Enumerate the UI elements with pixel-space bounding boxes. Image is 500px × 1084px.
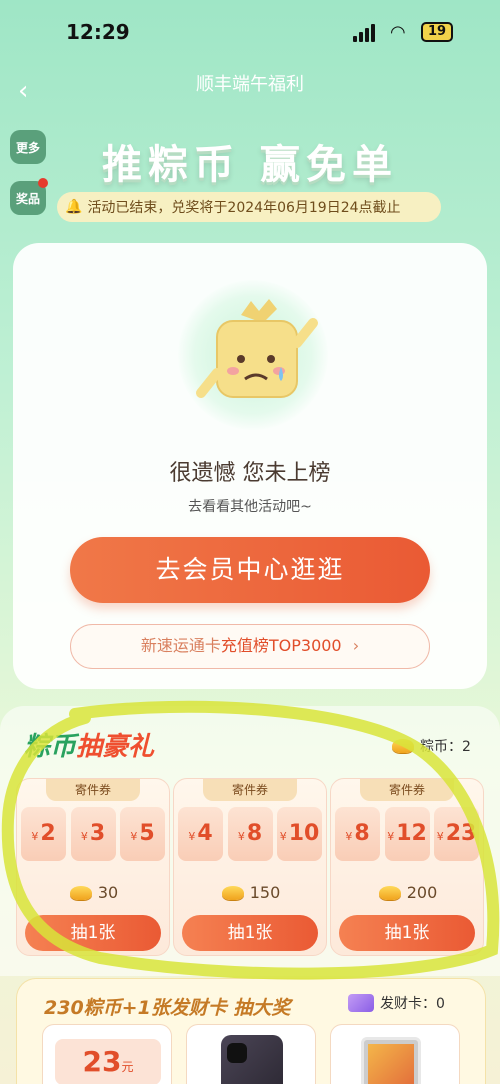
prizes-button-label: 奖品	[15, 191, 40, 206]
activity-notice-text: 活动已结束，兑奖将于2024年06月19日24点截止	[87, 200, 401, 216]
coupon-value: ¥4	[178, 807, 223, 861]
coupon-value: ¥23	[434, 807, 479, 861]
draw-button[interactable]: 抽1张	[25, 915, 161, 951]
fortune-card-count: 发财卡：0	[348, 993, 445, 1013]
coupon-value: ¥2	[21, 807, 66, 861]
gold-ingot-icon	[69, 885, 92, 900]
hero-title: 推粽币 赢免单	[102, 142, 398, 188]
chevron-right-icon: ›	[352, 636, 360, 655]
package-card-2[interactable]: 寄件券 ¥4 ¥8 ¥10 150 抽1张	[173, 778, 327, 956]
lottery-title: 粽币抽豪礼	[24, 726, 154, 763]
coin-balance-text: 粽币：2	[420, 739, 471, 755]
status-bar: 12:29 ◠ 19	[0, 0, 500, 64]
sad-zongzi-mascot-icon	[196, 299, 318, 398]
coupon-prize: 23元	[55, 1039, 161, 1084]
fortune-card-text: 发财卡：0	[380, 996, 445, 1012]
result-card: 很遗憾 您未上榜 去看看其他活动吧~ 去会员中心逛逛 新速运通卡充值榜TOP30…	[13, 243, 487, 689]
fortune-card-icon	[348, 994, 374, 1012]
cellular-signal-icon	[353, 24, 379, 42]
coin-balance: 粽币：2	[392, 736, 471, 756]
package-cost: 150	[174, 883, 328, 902]
coupon-value: ¥3	[70, 807, 116, 861]
prize-tablet[interactable]	[330, 1024, 460, 1084]
coupon-value: ¥12	[384, 807, 430, 861]
page-title: 顺丰端午福利	[196, 74, 304, 95]
coupon-value: ¥10	[277, 807, 322, 861]
result-message: 很遗憾 您未上榜	[169, 461, 331, 486]
wifi-icon: ◠	[390, 22, 406, 43]
rank-highlight: 充值榜TOP3000	[220, 636, 342, 655]
package-card-1[interactable]: 寄件券 ¥2 ¥3 ¥5 30 抽1张	[16, 778, 170, 956]
lottery-title-part1: 粽币	[24, 732, 77, 762]
phone-icon	[221, 1035, 283, 1084]
recharge-rank-button[interactable]: 新速运通卡充值榜TOP3000 ›	[70, 624, 430, 669]
coupon-value: ¥5	[120, 807, 165, 861]
lottery-title-part2: 抽豪礼	[76, 732, 155, 762]
coupon-value: ¥8	[227, 807, 273, 861]
rank-prefix: 新速运通卡	[140, 636, 221, 655]
draw-button[interactable]: 抽1张	[182, 915, 318, 951]
package-cost: 200	[331, 883, 485, 902]
big-prize-title: 230粽币+1张发财卡 抽大奖	[44, 997, 291, 1019]
gold-ingot-icon	[392, 739, 414, 753]
bell-icon: 🔔	[65, 199, 83, 215]
prize-phone[interactable]	[186, 1024, 316, 1084]
tablet-icon	[361, 1037, 421, 1084]
member-center-button[interactable]: 去会员中心逛逛	[70, 537, 430, 603]
battery-icon: 19	[421, 22, 453, 42]
package-label: 寄件券	[203, 779, 297, 801]
package-cost: 30	[17, 883, 171, 902]
draw-button[interactable]: 抽1张	[339, 915, 475, 951]
package-card-3[interactable]: 寄件券 ¥8 ¥12 ¥23 200 抽1张	[330, 778, 484, 956]
package-label: 寄件券	[46, 779, 140, 801]
package-label: 寄件券	[360, 779, 454, 801]
gold-ingot-icon	[221, 885, 244, 900]
result-subtext: 去看看其他活动吧~	[188, 499, 312, 515]
coupon-value: ¥8	[335, 807, 380, 861]
gold-ingot-icon	[378, 885, 401, 900]
prize-coupon[interactable]: 23元	[42, 1024, 172, 1084]
activity-notice: 🔔 活动已结束，兑奖将于2024年06月19日24点截止	[57, 192, 441, 222]
status-time: 12:29	[66, 20, 130, 44]
